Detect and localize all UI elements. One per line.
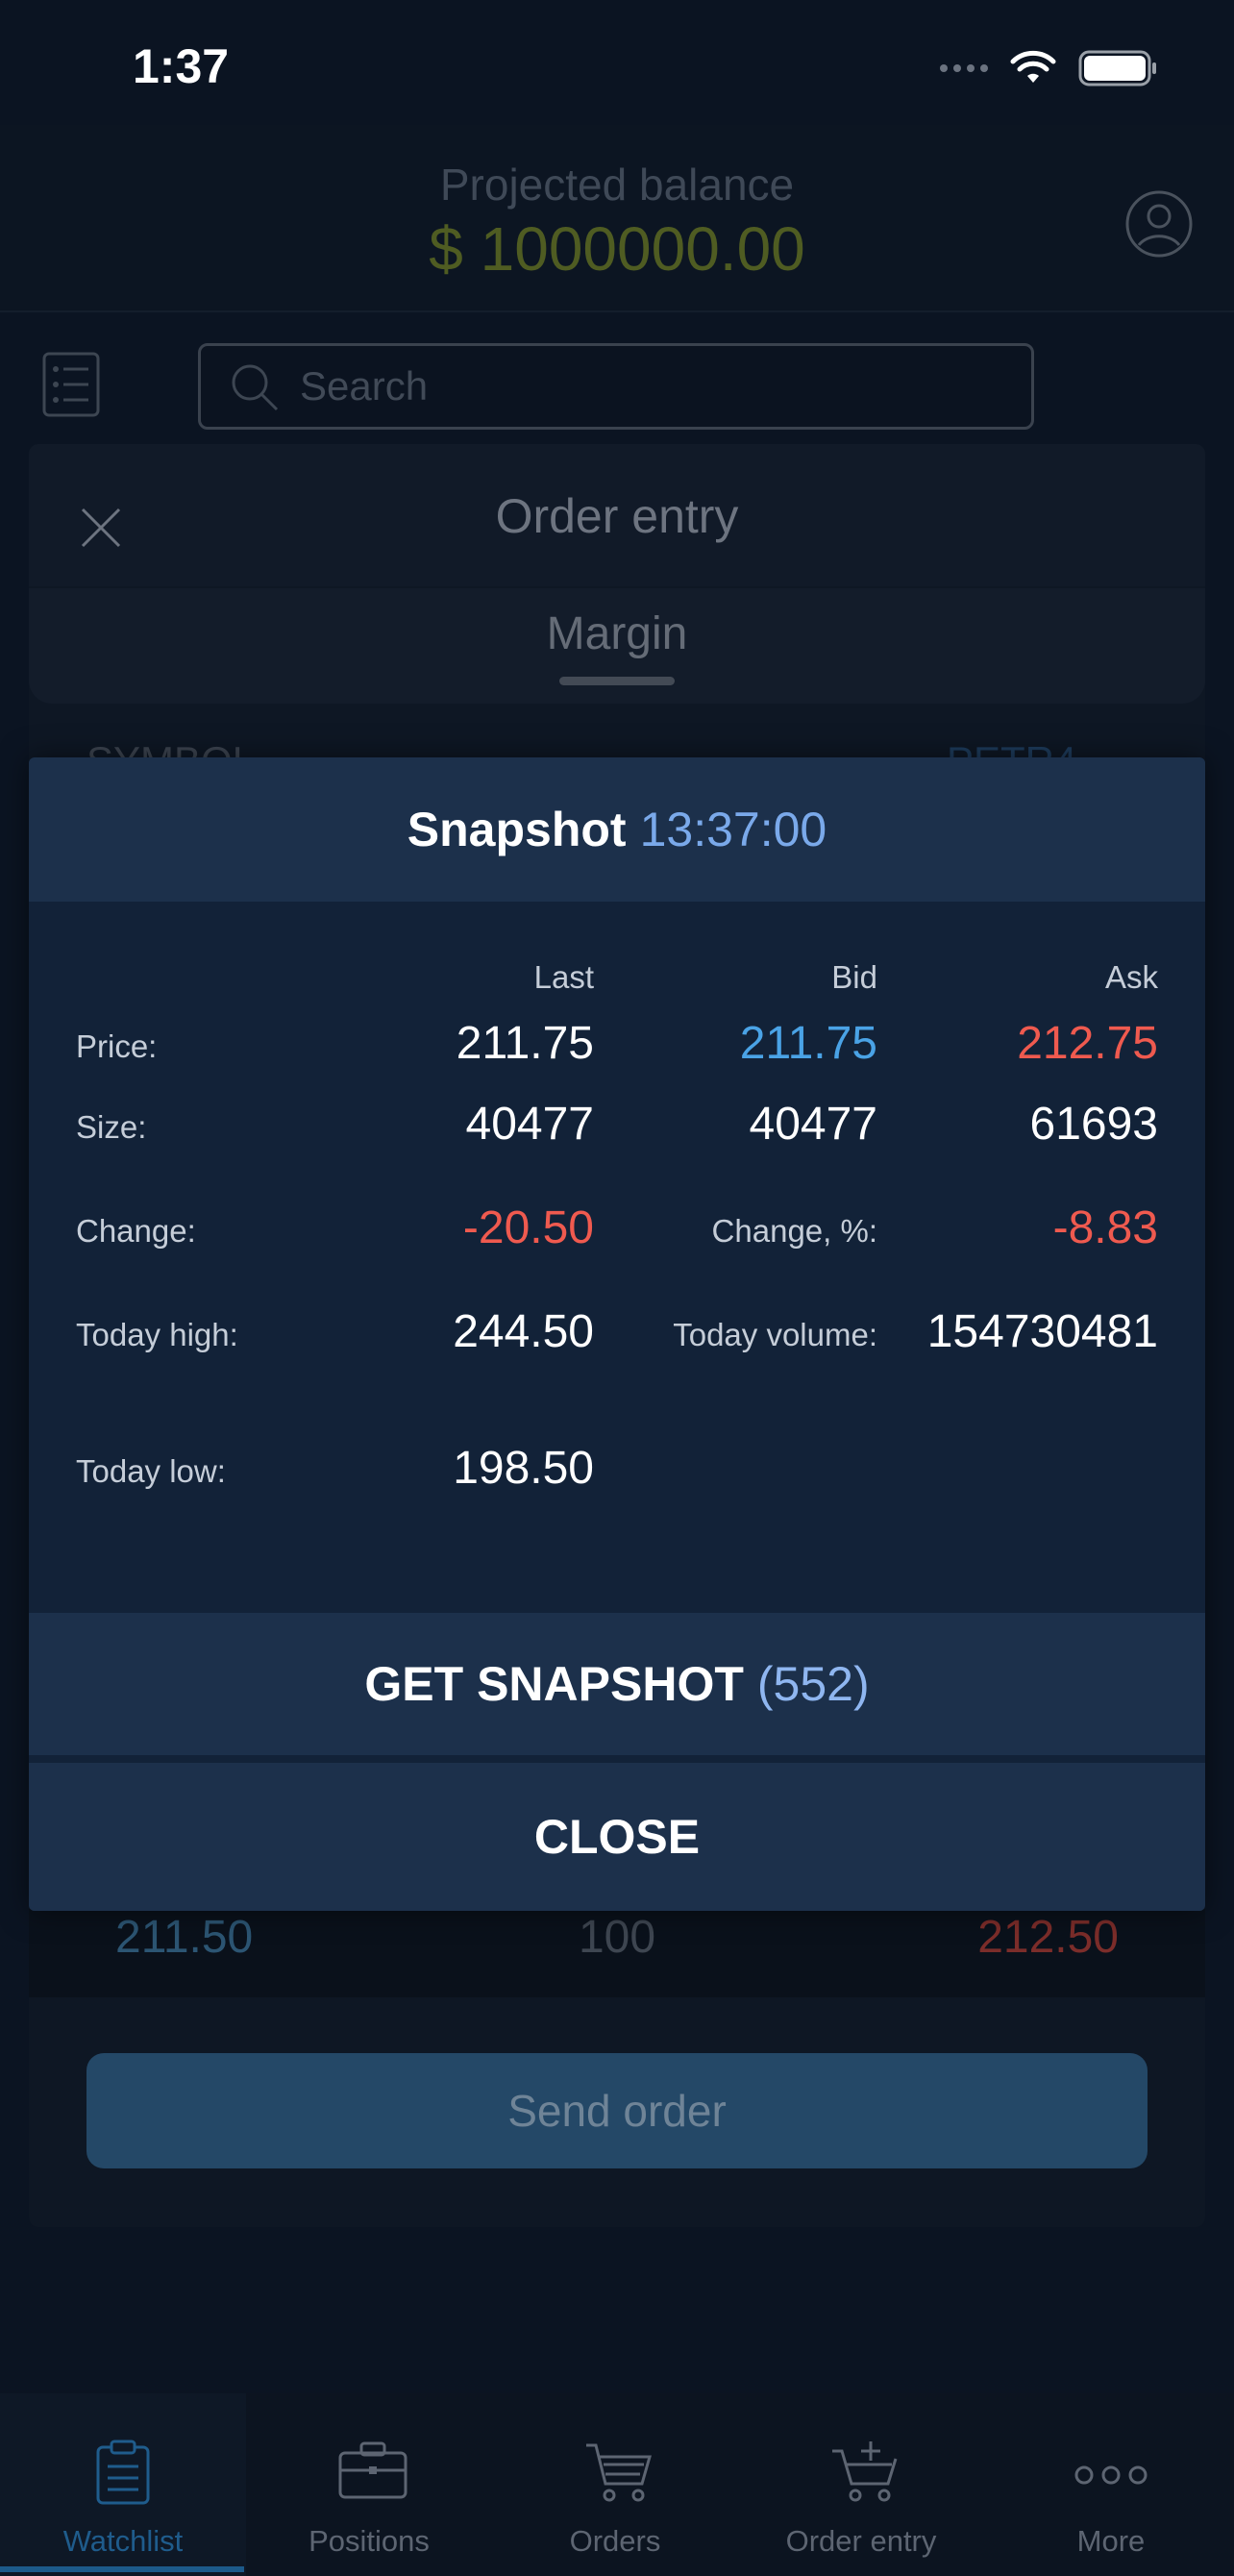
watchlist-menu-icon[interactable] [42, 352, 100, 417]
active-tab-indicator [0, 2566, 244, 2572]
today-low-label: Today low: [76, 1453, 226, 1489]
drag-handle[interactable] [559, 677, 675, 685]
tab-label: Positions [308, 2524, 430, 2558]
tab-label: Orders [569, 2524, 661, 2558]
today-high-value: 244.50 [453, 1306, 594, 1357]
snapshot-time: 13:37:00 [639, 803, 827, 856]
close-button[interactable]: CLOSE [29, 1763, 1205, 1911]
status-icons [940, 50, 1157, 87]
search-icon [232, 364, 279, 411]
size-last: 40477 [465, 1099, 594, 1150]
balance-value: $ 1000000.00 [429, 214, 805, 284]
size-bid: 40477 [749, 1099, 877, 1150]
col-header-ask: Ask [1104, 959, 1158, 995]
snapshot-header: Snapshot 13:37:00 [29, 757, 1205, 902]
tab-label: Watchlist [62, 2524, 184, 2558]
user-profile-icon[interactable] [1124, 189, 1194, 259]
snapshot-title: Snapshot [407, 803, 627, 856]
tab-label: More [1076, 2524, 1146, 2558]
more-dots-icon [1074, 2465, 1148, 2485]
get-snapshot-label: GET SNAPSHOT [364, 1657, 744, 1711]
cart-plus-icon [832, 2441, 898, 2502]
change-label: Change: [76, 1213, 196, 1249]
price-label: Price: [76, 1028, 158, 1064]
tab-more[interactable]: More [988, 2393, 1234, 2576]
tab-watchlist[interactable]: Watchlist [0, 2393, 246, 2576]
close-icon[interactable] [77, 504, 125, 552]
cart-icon [586, 2443, 652, 2502]
price-bid: 211.75 [739, 1018, 877, 1069]
briefcase-icon [338, 2441, 407, 2499]
battery-icon [1078, 50, 1156, 87]
snapshot-count: (552) [756, 1657, 870, 1711]
today-volume-label: Today volume: [673, 1317, 877, 1352]
account-type-label: Margin [546, 608, 688, 659]
today-low-value: 198.50 [453, 1443, 594, 1494]
today-volume-value: 154730481 [926, 1306, 1158, 1357]
status-time: 1:37 [133, 39, 230, 93]
price-ask: 212.75 [1017, 1018, 1158, 1069]
clipboard-icon [96, 2440, 150, 2505]
col-header-bid: Bid [831, 959, 877, 995]
size-ask: 61693 [1029, 1099, 1158, 1150]
search-placeholder: Search [300, 363, 429, 409]
send-order-button[interactable]: Send order [86, 2053, 1148, 2168]
change-pct-value: -8.83 [1052, 1202, 1158, 1253]
change-pct-label: Change, %: [711, 1213, 877, 1249]
tab-positions[interactable]: Positions [246, 2393, 492, 2576]
wifi-icon [1010, 50, 1056, 83]
today-high-label: Today high: [76, 1317, 238, 1352]
balance-label: Projected balance [439, 160, 795, 210]
tab-orders[interactable]: Orders [492, 2393, 738, 2576]
tab-order-entry[interactable]: Order entry [738, 2393, 984, 2576]
price-last: 211.75 [456, 1018, 594, 1069]
quote-ask[interactable]: 212.50 [977, 1911, 1119, 1964]
snapshot-modal: Snapshot 13:37:00 Last Bid Ask Price: 21… [29, 757, 1205, 1911]
order-entry-title: Order entry [495, 489, 739, 543]
signal-icon [940, 64, 988, 72]
col-header-last: Last [533, 959, 594, 995]
size-label: Size: [76, 1109, 147, 1145]
change-value: -20.50 [462, 1202, 594, 1253]
tab-label: Order entry [785, 2524, 937, 2558]
get-snapshot-button[interactable]: GET SNAPSHOT (552) [29, 1613, 1205, 1755]
